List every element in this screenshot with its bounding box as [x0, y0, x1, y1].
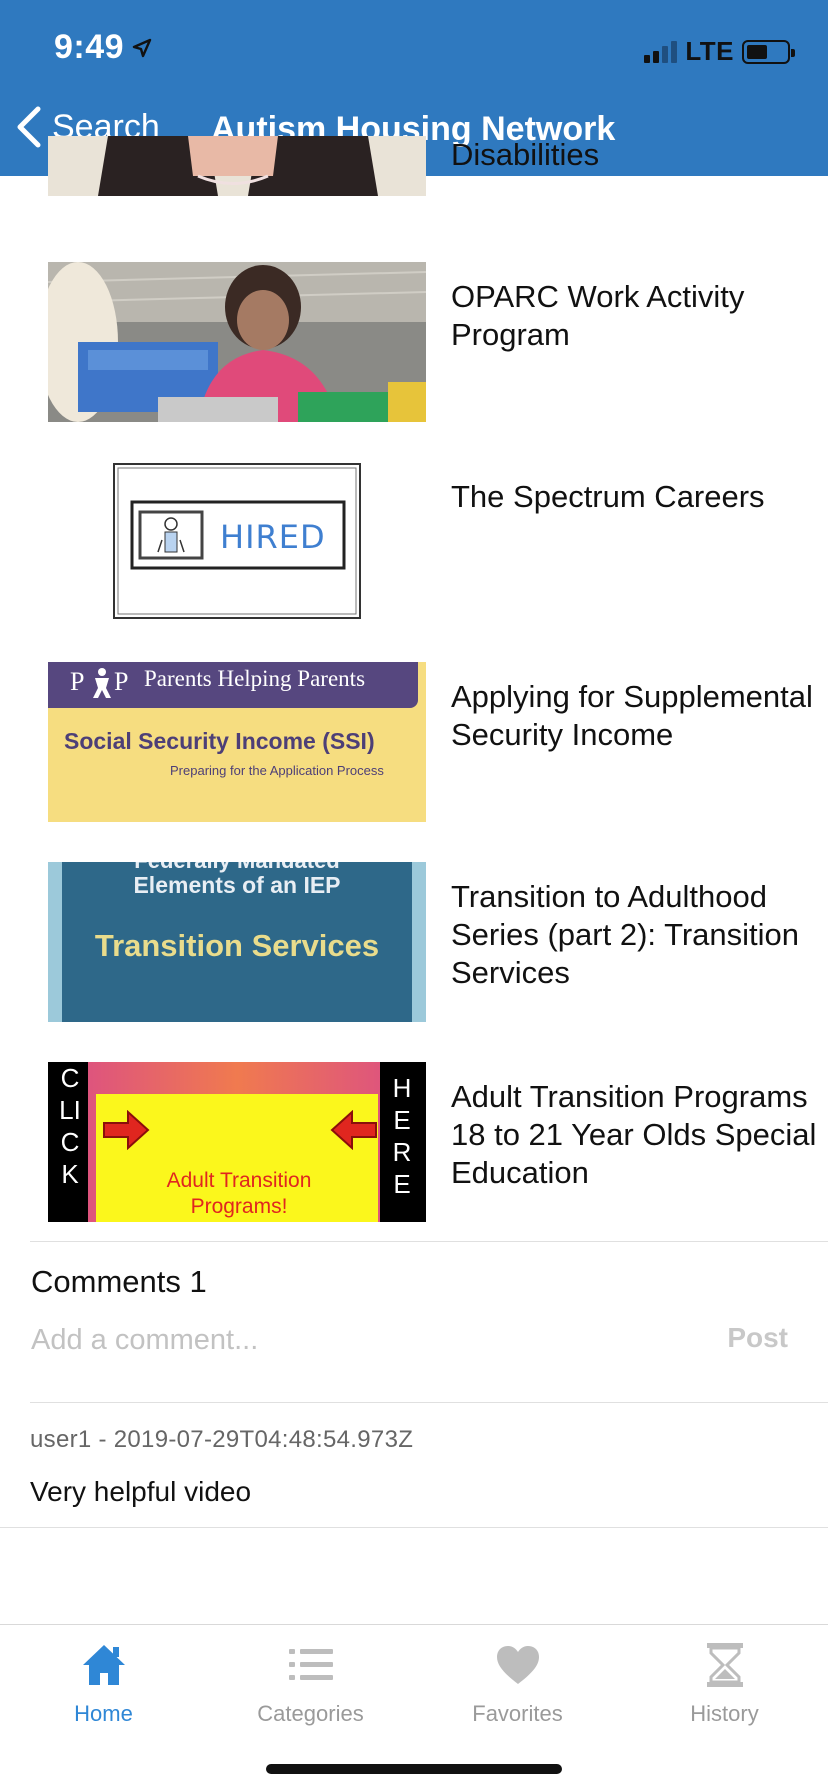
signal-icon: [644, 40, 678, 63]
thumbnail-left-text: CLICK: [59, 1063, 81, 1189]
video-title: OPARC Work Activity Program: [451, 279, 745, 352]
thumbnail-title: Social Security Income (SSI): [64, 728, 375, 754]
video-item[interactable]: OPARC Work Activity Program: [0, 262, 828, 422]
video-item[interactable]: CLICK HERE Adult Transition Programs! Ad…: [0, 1062, 828, 1222]
divider: [30, 1402, 828, 1403]
thumbnail-header: Parents Helping Parents: [144, 666, 366, 691]
video-thumbnail: [48, 136, 426, 196]
location-arrow-icon: [132, 38, 152, 58]
home-icon: [82, 1645, 125, 1685]
tab-label: Categories: [257, 1701, 364, 1726]
comment-input[interactable]: [31, 1324, 691, 1357]
video-item[interactable]: P P Parents Helping Parents Social Secur…: [0, 662, 828, 822]
arrow-left-icon: [330, 1110, 377, 1150]
video-item[interactable]: HIRED The Spectrum Careers: [0, 462, 828, 622]
svg-text:P: P: [70, 667, 84, 696]
arrow-right-icon: [103, 1110, 150, 1150]
video-thumbnail: CLICK HERE Adult Transition Programs!: [48, 1062, 426, 1222]
tab-label: Home: [74, 1701, 133, 1726]
hourglass-icon: [706, 1643, 743, 1687]
home-indicator: [266, 1764, 562, 1774]
comment-text: Very helpful video: [30, 1476, 252, 1507]
comments-title: Comments 1: [31, 1264, 207, 1299]
tab-favorites[interactable]: Favorites: [414, 1639, 621, 1727]
thumbnail-main-text: Transition Services: [94, 928, 380, 963]
video-thumbnail: Federally Mandated Elements of an IEP Tr…: [48, 862, 426, 1022]
network-label: LTE: [685, 36, 734, 66]
video-thumbnail: P P Parents Helping Parents Social Secur…: [48, 662, 426, 822]
video-title: Disabilities: [451, 137, 600, 172]
thumbnail-mid-text: Elements of an IEP: [133, 872, 341, 898]
comment-meta: user1 - 2019-07-29T04:48:54.973Z: [30, 1426, 414, 1453]
battery-icon: [742, 39, 795, 64]
video-item[interactable]: Federally Mandated Elements of an IEP Tr…: [0, 862, 828, 1022]
thumbnail-text: HIRED: [220, 518, 326, 556]
video-title: Transition to Adulthood Series (part 2):…: [451, 879, 800, 990]
video-title: The Spectrum Careers: [451, 479, 765, 514]
thumbnail-subtitle: Preparing for the Application Process: [170, 763, 384, 778]
video-thumbnail: [48, 262, 426, 422]
tab-categories[interactable]: Categories: [207, 1639, 414, 1727]
thumbnail-right-text: HERE: [392, 1073, 412, 1199]
heart-icon: [496, 1646, 539, 1684]
list-icon: [288, 1649, 333, 1680]
tab-label: History: [690, 1701, 759, 1726]
svg-text:P: P: [114, 667, 128, 696]
status-time: 9:49: [54, 28, 125, 66]
person-logo-icon: P P: [70, 667, 128, 698]
divider: [0, 1527, 828, 1528]
video-title: Applying for Supplemental Security Incom…: [451, 679, 813, 752]
tab-home[interactable]: Home: [0, 1639, 207, 1727]
post-button[interactable]: Post: [727, 1322, 788, 1354]
tab-label: Favorites: [472, 1701, 563, 1726]
video-thumbnail: HIRED: [48, 462, 426, 622]
status-indicators: LTE: [644, 36, 795, 67]
tab-history[interactable]: History: [621, 1639, 828, 1727]
video-title: Adult Transition Programs 18 to 21 Year …: [451, 1079, 817, 1190]
divider: [30, 1241, 828, 1242]
thumbnail-main-text: Adult Transition Programs!: [166, 1169, 312, 1218]
